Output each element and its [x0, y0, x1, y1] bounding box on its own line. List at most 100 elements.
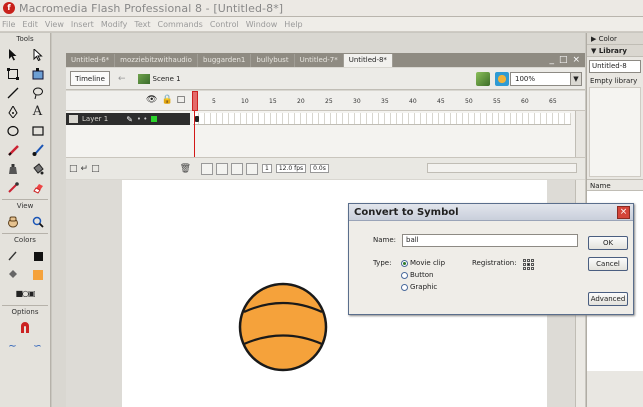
eye-icon[interactable]: 👁 — [146, 95, 157, 105]
reg-point[interactable] — [527, 267, 530, 270]
library-document-select[interactable]: Untitled-8 — [589, 60, 641, 73]
color-panel-header[interactable]: ▶ Color — [587, 33, 643, 45]
document-tab[interactable]: buggarden1 — [198, 54, 252, 67]
smooth-option-icon[interactable]: ∼ — [4, 338, 21, 355]
ball-body — [238, 282, 328, 372]
document-tab[interactable]: mozziebitzwithaudio — [115, 54, 198, 67]
reg-point[interactable] — [531, 263, 534, 266]
trash-icon[interactable]: 🗑 — [180, 164, 191, 174]
playhead-handle[interactable] — [192, 91, 198, 111]
symbol-name-input[interactable]: ball — [402, 234, 578, 247]
reg-point-center[interactable] — [527, 263, 530, 266]
hand-tool-icon[interactable] — [4, 213, 21, 230]
close-icon[interactable]: × — [617, 206, 630, 219]
tools-panel: Tools A View Colors ■○▣ Options ∼ ∽ — [0, 33, 51, 407]
line-tool-icon[interactable] — [4, 84, 21, 101]
cancel-button[interactable]: Cancel — [588, 257, 628, 271]
add-folder-icon[interactable]: □ — [91, 164, 100, 174]
close-icon[interactable]: × — [572, 55, 580, 65]
menu-file[interactable]: File — [2, 20, 15, 29]
reg-point[interactable] — [531, 267, 534, 270]
registration-grid-icon[interactable] — [523, 259, 535, 271]
reg-point[interactable] — [527, 259, 530, 262]
tools-label: Tools — [16, 35, 34, 43]
frame-strip[interactable] — [193, 113, 571, 125]
zoom-tool-icon[interactable] — [29, 213, 46, 230]
type-movie-clip-radio[interactable]: Movie clip — [401, 259, 445, 267]
oval-tool-icon[interactable] — [4, 122, 21, 139]
pen-tool-icon[interactable] — [4, 103, 21, 120]
back-arrow-icon[interactable]: ← — [118, 74, 126, 84]
layer-toggle-dots[interactable]: • • — [137, 115, 147, 123]
lock-icon[interactable]: 🔒 — [161, 95, 172, 105]
subselection-tool-icon[interactable] — [29, 46, 46, 63]
zoom-select[interactable]: 100% ▼ — [510, 72, 582, 86]
timeline-toggle-button[interactable]: Timeline — [70, 71, 110, 86]
text-tool-icon[interactable]: A — [29, 103, 46, 120]
edit-symbols-icon[interactable] — [495, 72, 509, 86]
restore-icon[interactable]: □ — [559, 55, 568, 65]
eraser-tool-icon[interactable] — [29, 179, 46, 196]
menu-help[interactable]: Help — [284, 20, 302, 29]
eyedropper-tool-icon[interactable] — [4, 179, 21, 196]
document-tab[interactable]: bullybust — [251, 54, 295, 67]
ball-shape[interactable] — [238, 282, 328, 372]
menu-window[interactable]: Window — [246, 20, 278, 29]
add-guide-icon[interactable]: ↵ — [81, 164, 89, 174]
frame-rate-value[interactable]: 12.0 fps — [275, 164, 307, 173]
selection-tool-icon[interactable] — [4, 46, 21, 63]
fill-color-swatch[interactable] — [29, 266, 46, 283]
document-tab[interactable]: Untitled-6* — [66, 54, 116, 67]
timeline-footer: □ ↵ □ 🗑 1 12.0 fps 0.0s — [66, 157, 585, 179]
ok-button[interactable]: OK — [588, 236, 628, 250]
menu-modify[interactable]: Modify — [101, 20, 128, 29]
reg-point[interactable] — [523, 267, 526, 270]
frame-number: 25 — [325, 98, 333, 105]
timeline-vertical-scrollbar[interactable] — [575, 111, 585, 157]
menu-text[interactable]: Text — [134, 20, 150, 29]
type-button-radio[interactable]: Button — [401, 271, 433, 279]
scene-breadcrumb[interactable]: Scene 1 — [137, 73, 181, 84]
advanced-button[interactable]: Advanced — [588, 292, 628, 306]
free-transform-tool-icon[interactable] — [4, 65, 21, 82]
reg-point[interactable] — [523, 259, 526, 262]
minimize-icon[interactable]: _ — [549, 55, 554, 65]
pencil-tool-icon[interactable] — [4, 141, 21, 158]
menu-view[interactable]: View — [45, 20, 64, 29]
edit-scene-icon[interactable] — [476, 72, 490, 86]
stroke-color-swatch[interactable] — [29, 247, 46, 264]
center-frame-button[interactable] — [201, 162, 214, 175]
layer-outline-swatch[interactable] — [151, 116, 158, 122]
fill-color-icon[interactable] — [4, 266, 21, 283]
add-layer-icon[interactable]: □ — [69, 164, 78, 174]
outline-icon[interactable]: □ — [177, 95, 186, 105]
library-panel-header[interactable]: ▼ Library — [587, 45, 643, 57]
type-graphic-radio[interactable]: Graphic — [401, 283, 437, 291]
lasso-tool-icon[interactable] — [29, 84, 46, 101]
paint-bucket-tool-icon[interactable] — [29, 160, 46, 177]
edit-multiple-frames-button[interactable] — [246, 162, 259, 175]
library-name-column[interactable]: Name — [587, 179, 643, 191]
snap-to-objects-icon[interactable] — [17, 319, 34, 336]
colors-label: Colors — [14, 236, 36, 244]
rectangle-tool-icon[interactable] — [29, 122, 46, 139]
document-tab[interactable]: Untitled-7* — [295, 54, 344, 67]
menu-edit[interactable]: Edit — [22, 20, 38, 29]
document-tab-active[interactable]: Untitled-8* — [343, 54, 393, 67]
fill-transform-tool-icon[interactable] — [29, 65, 46, 82]
timeline-horizontal-scrollbar[interactable] — [427, 163, 577, 173]
menu-control[interactable]: Control — [210, 20, 239, 29]
frame-ruler[interactable]: 1 5 10 15 20 25 30 35 40 45 50 55 60 65 — [193, 91, 571, 111]
stroke-color-icon[interactable] — [4, 247, 21, 264]
ink-bottle-tool-icon[interactable] — [4, 160, 21, 177]
menu-commands[interactable]: Commands — [158, 20, 203, 29]
reg-point[interactable] — [531, 259, 534, 262]
menu-insert[interactable]: Insert — [71, 20, 94, 29]
onion-skin-button[interactable] — [216, 162, 229, 175]
color-swap-icons[interactable]: ■○▣ — [15, 285, 35, 302]
reg-point[interactable] — [523, 263, 526, 266]
straighten-option-icon[interactable]: ∽ — [29, 338, 46, 355]
brush-tool-icon[interactable] — [29, 141, 46, 158]
layer-row[interactable]: Layer 1 ✎ • • — [66, 113, 190, 125]
onion-outline-button[interactable] — [231, 162, 244, 175]
